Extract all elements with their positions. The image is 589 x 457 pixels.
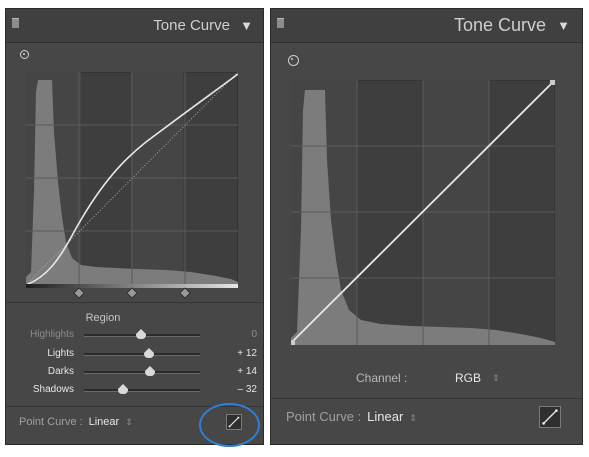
point-curve-selector[interactable]: Point Curve : Linear ⇕ [286,409,417,424]
slider-track[interactable] [84,348,200,358]
slider-shadows[interactable]: Shadows – 32 [6,382,263,398]
tone-curve-graph[interactable] [26,72,238,285]
slider-label: Shadows [32,384,74,395]
slider-value[interactable]: + 12 [213,346,257,362]
point-curve-value[interactable]: Linear [367,409,403,424]
panel-title: Tone Curve [453,15,546,35]
panel-grip-icon [277,18,284,28]
divider [271,398,582,399]
triangle-down-icon[interactable]: ▼ [240,9,253,42]
region-split-slider[interactable] [26,284,238,300]
curve-point-white [550,80,555,85]
channel-label: Channel : [356,371,408,385]
slider-track[interactable] [84,384,200,394]
divider [6,302,263,303]
slider-lights[interactable]: Lights + 12 [6,346,263,362]
split-handle-shadows [73,287,85,299]
point-curve-label: Point Curve : [19,416,83,428]
slider-label: Lights [47,348,74,359]
split-handle-highlights [179,287,191,299]
slider-label: Darks [47,366,74,377]
region-label: Region [85,312,121,324]
up-down-stepper-icon[interactable]: ⇕ [409,413,417,423]
target-icon[interactable] [20,50,29,59]
slider-track[interactable] [84,329,200,339]
tone-curve-panel-right: Tone Curve ▼ Channel : RGB ⇕ Point Curve… [270,8,583,445]
slider-highlights[interactable]: Highlights 0 [6,327,263,343]
up-down-stepper-icon[interactable]: ⇕ [492,373,500,384]
slider-label: Highlights [30,329,74,340]
point-curve-selector[interactable]: Point Curve : Linear ⇕ [19,416,133,428]
channel-value[interactable]: RGB [455,371,481,385]
panel-grip-icon [12,18,19,28]
curve-point-black [291,340,295,345]
panel-header[interactable]: Tone Curve ▼ [6,9,263,43]
slider-value[interactable]: 0 [213,327,257,343]
tone-curve-graph[interactable] [291,80,555,345]
panel-title: Tone Curve [153,17,230,34]
up-down-stepper-icon[interactable]: ⇕ [125,417,133,427]
panel-header[interactable]: Tone Curve ▼ [271,9,582,43]
split-handle-midtones [126,287,138,299]
curve-edit-icon[interactable] [539,406,561,428]
channel-selector[interactable]: Channel : RGB ⇕ [271,371,582,387]
target-icon[interactable] [288,55,299,66]
tone-curve-panel-left: Tone Curve ▼ Region Highlights 0 Lights … [5,8,264,445]
slider-darks[interactable]: Darks + 14 [6,364,263,380]
slider-track[interactable] [84,366,200,376]
highlight-ring-annotation [199,403,260,447]
slider-value[interactable]: – 32 [213,382,257,398]
slider-value[interactable]: + 14 [213,364,257,380]
triangle-down-icon[interactable]: ▼ [557,9,570,42]
point-curve-value[interactable]: Linear [89,416,120,428]
point-curve-label: Point Curve : [286,409,362,424]
